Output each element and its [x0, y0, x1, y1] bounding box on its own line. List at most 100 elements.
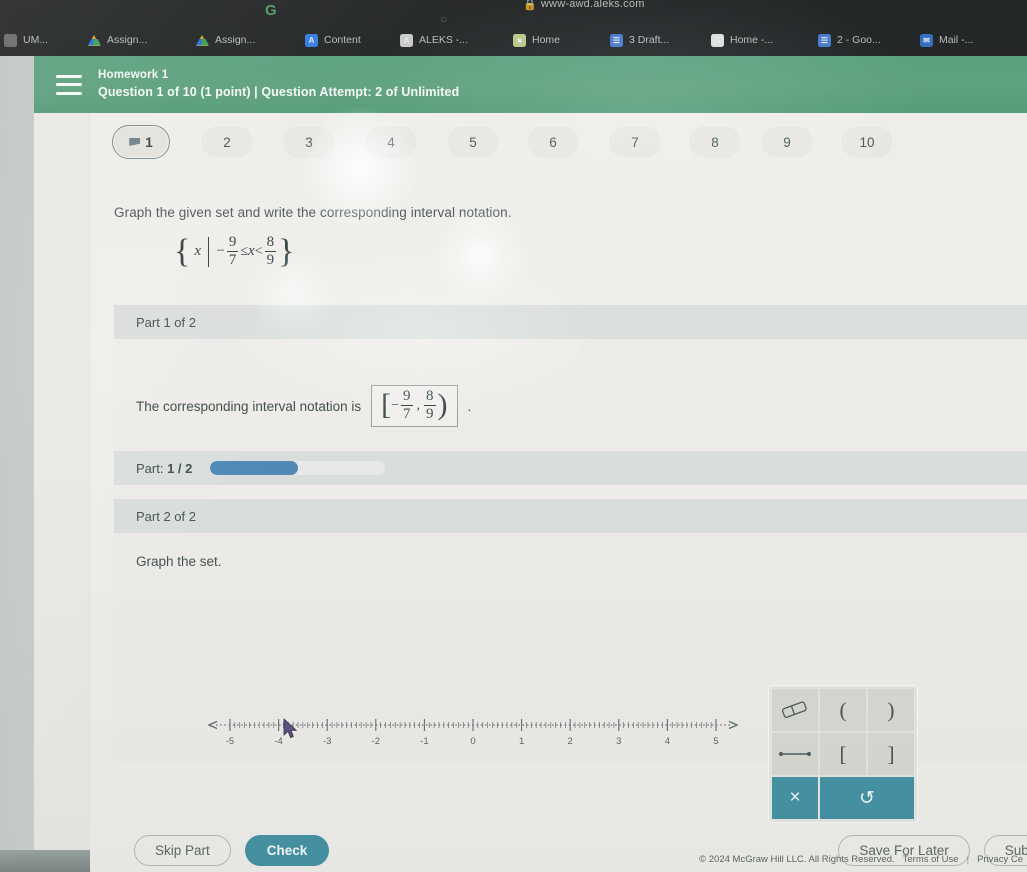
part2-heading-label: Part 2 of 2 — [136, 508, 196, 524]
question-nav-item-6[interactable]: 6 — [526, 125, 580, 159]
question-nav-item-5[interactable]: 5 — [446, 125, 500, 159]
page-body: 1 2 3 4 5 6 7 8 9 10 Graph the given set… — [34, 113, 1027, 872]
question-nav: 1 2 3 4 5 6 7 8 9 10 — [90, 125, 1027, 173]
undo-button[interactable]: ↺ — [820, 777, 914, 819]
set-variable: x — [194, 243, 201, 260]
fraction-denominator: 7 — [228, 252, 237, 269]
question-nav-item-1[interactable]: 1 — [112, 125, 170, 159]
clear-all-button[interactable]: × — [772, 777, 818, 819]
browser-tab[interactable]: Assign... — [88, 28, 147, 52]
browser-tab[interactable]: ✉ Mail -... — [920, 28, 973, 52]
progress-text: Part: 1 / 2 — [136, 461, 192, 476]
close-bracket-key[interactable]: ] — [868, 733, 914, 775]
question-nav-item-10[interactable]: 10 — [840, 125, 894, 159]
browser-tab[interactable]: Assign... — [196, 28, 255, 52]
part1-answer-row: The corresponding interval notation is [… — [136, 385, 471, 428]
screen-root: 🔒 www-awd.aleks.com G ○ UM... Assign... … — [0, 0, 1027, 872]
question-nav-item-9[interactable]: 9 — [760, 125, 814, 159]
number-line-tick-label: -4 — [274, 736, 282, 747]
check-button[interactable]: Check — [244, 834, 330, 866]
question-nav-label: 5 — [469, 134, 477, 150]
open-bracket-key[interactable]: [ — [820, 733, 866, 775]
window-icon — [4, 33, 17, 47]
fraction-denominator: 9 — [266, 252, 275, 269]
browser-tab[interactable]: A Content — [305, 28, 361, 52]
answer-right-bracket: ) — [437, 388, 448, 422]
upper-bound-fraction: 8 9 — [264, 235, 277, 269]
number-line-tick-label: -2 — [372, 736, 380, 747]
question-nav-label: 3 — [305, 134, 313, 150]
tab-label: Home -... — [730, 34, 774, 46]
question-nav-label: 4 — [387, 134, 395, 150]
lock-icon: 🔒 — [523, 0, 537, 11]
graph-tool-palette: ( ) [ ] × ↺ — [768, 685, 918, 823]
number-line-tick-label: 4 — [665, 736, 670, 747]
tab-label: Mail -... — [939, 34, 974, 46]
address-bar[interactable]: 🔒 www-awd.aleks.com — [523, 0, 763, 12]
screen-bezel-left — [0, 56, 34, 872]
tab-label: Content — [324, 34, 361, 46]
answer-separator: , — [416, 397, 421, 413]
close-paren-key[interactable]: ) — [868, 689, 914, 731]
skip-part-button[interactable]: Skip Part — [134, 834, 231, 866]
left-brace: { — [174, 233, 191, 271]
such-that-bar — [208, 236, 210, 267]
hamburger-icon[interactable] — [56, 74, 82, 95]
eraser-icon[interactable] — [772, 689, 818, 731]
privacy-link[interactable]: Privacy Ce — [977, 854, 1023, 865]
circle-ghost-icon: ○ — [440, 12, 448, 26]
app-header: Homework 1 Question 1 of 10 (1 point) | … — [34, 56, 1027, 113]
number-line-tick-label: -1 — [420, 736, 428, 747]
part1-heading: Part 1 of 2 — [114, 305, 1027, 339]
tab-label: Assign... — [107, 34, 148, 46]
copyright-text: © 2024 McGraw Hill LLC. All Rights Reser… — [699, 853, 895, 865]
segment-icon[interactable] — [772, 733, 818, 775]
aleks-icon: A — [400, 33, 413, 47]
set-notation: { x − 9 7 ≤ x < 8 9 } — [174, 233, 295, 271]
question-nav-label: 9 — [783, 134, 791, 150]
lower-relation: ≤ — [240, 243, 249, 259]
question-nav-label: 2 — [223, 134, 231, 150]
open-paren-key[interactable]: ( — [820, 689, 866, 731]
question-nav-item-8[interactable]: 8 — [688, 125, 742, 159]
question-nav-item-4[interactable]: 4 — [364, 125, 418, 159]
drive-icon — [88, 34, 101, 47]
question-nav-label: 6 — [549, 134, 557, 150]
browser-tab-aleks[interactable]: A ALEKS -... — [400, 28, 468, 52]
page-title: Homework 1 — [98, 69, 169, 82]
number-line-tick-label: -3 — [323, 736, 331, 747]
right-brace: } — [278, 233, 295, 271]
terms-of-use-link[interactable]: Terms of Use — [903, 854, 959, 865]
lower-bound-fraction: 9 7 — [226, 235, 239, 269]
question-nav-item-2[interactable]: 2 — [200, 125, 254, 159]
google-icon: G — [711, 33, 724, 47]
question-nav-label: 10 — [859, 134, 875, 150]
browser-tab[interactable]: UM... — [4, 28, 48, 52]
tab-label: Home — [532, 34, 561, 46]
part1-heading-label: Part 1 of 2 — [136, 314, 196, 330]
docs-icon: ☰ — [818, 33, 831, 47]
progress-label: Part: — [136, 460, 164, 476]
number-line-tick-label: 2 — [568, 736, 573, 747]
browser-tab[interactable]: ☰ 3 Draft... — [610, 28, 669, 52]
question-nav-label: 7 — [631, 134, 639, 150]
lower-sign: − — [216, 243, 225, 260]
address-bar-text: www-awd.aleks.com — [540, 0, 645, 10]
eraser-glyph — [781, 701, 807, 718]
part-progress: Part: 1 / 2 — [114, 451, 1027, 485]
browser-tab[interactable]: ■ Home — [513, 28, 560, 52]
question-nav-item-7[interactable]: 7 — [608, 125, 662, 159]
number-line-tick-label: 1 — [519, 736, 524, 747]
browser-tab[interactable]: G Home -... — [711, 28, 773, 52]
progress-value: 1 / 2 — [167, 460, 193, 476]
number-line-tick-label: 0 — [470, 736, 475, 747]
fraction-numerator: 9 — [403, 388, 411, 404]
browser-tab[interactable]: ☰ 2 - Goo... — [818, 28, 881, 52]
question-nav-item-3[interactable]: 3 — [282, 125, 336, 159]
fraction-denominator: 7 — [403, 406, 411, 423]
footer: © 2024 McGraw Hill LLC. All Rights Reser… — [480, 849, 1027, 869]
docs-icon: ☰ — [610, 33, 623, 47]
question-prompt: Graph the given set and write the corres… — [114, 205, 512, 220]
interval-notation-input[interactable]: [ − 9 7 , 8 9 ) — [371, 385, 458, 428]
mail-icon: ✉ — [920, 33, 933, 47]
